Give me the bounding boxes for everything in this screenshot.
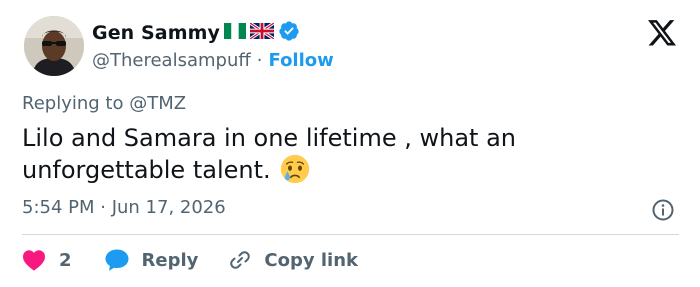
verified-badge-icon (278, 20, 300, 46)
tweet-timestamp[interactable]: 5:54 PM · Jun 17, 2026 (22, 197, 226, 218)
separator-dot: · (256, 49, 263, 71)
follow-button[interactable]: Follow (269, 50, 334, 71)
divider (22, 234, 679, 235)
uk-flag-icon (249, 21, 275, 43)
reply-label: Reply (141, 249, 199, 271)
copy-link-button[interactable]: Copy link (228, 248, 358, 272)
heart-icon (22, 249, 46, 271)
author-handle[interactable]: @Therealsampuff (92, 50, 251, 71)
reply-mention-link[interactable]: @TMZ (129, 93, 186, 114)
avatar[interactable] (24, 16, 84, 76)
copy-link-label: Copy link (264, 249, 358, 271)
reply-button[interactable]: Reply (104, 248, 199, 272)
like-count: 2 (59, 249, 72, 271)
tweet-text: Lilo and Samara in one lifetime , what a… (22, 124, 516, 184)
link-icon (228, 248, 252, 272)
like-button[interactable]: 2 (22, 249, 72, 271)
crying-face-emoji-icon (280, 154, 310, 192)
action-bar: 2 Reply Copy link (22, 246, 358, 274)
tweet-card: Gen Sammy @Therealsampuff · Follow Reply… (0, 0, 700, 287)
speech-bubble-icon (104, 248, 130, 272)
tweet-body: Lilo and Samara in one lifetime , what a… (22, 122, 662, 192)
x-logo-icon[interactable] (648, 20, 676, 46)
replying-to-label: Replying to (22, 93, 124, 114)
nigeria-flag-icon (224, 23, 247, 43)
author-handle-row: @Therealsampuff · Follow (92, 48, 334, 72)
author-name-row: Gen Sammy (92, 20, 300, 46)
display-name[interactable]: Gen Sammy (92, 22, 220, 44)
replying-to-line: Replying to @TMZ (22, 93, 186, 114)
info-icon[interactable] (651, 198, 675, 222)
